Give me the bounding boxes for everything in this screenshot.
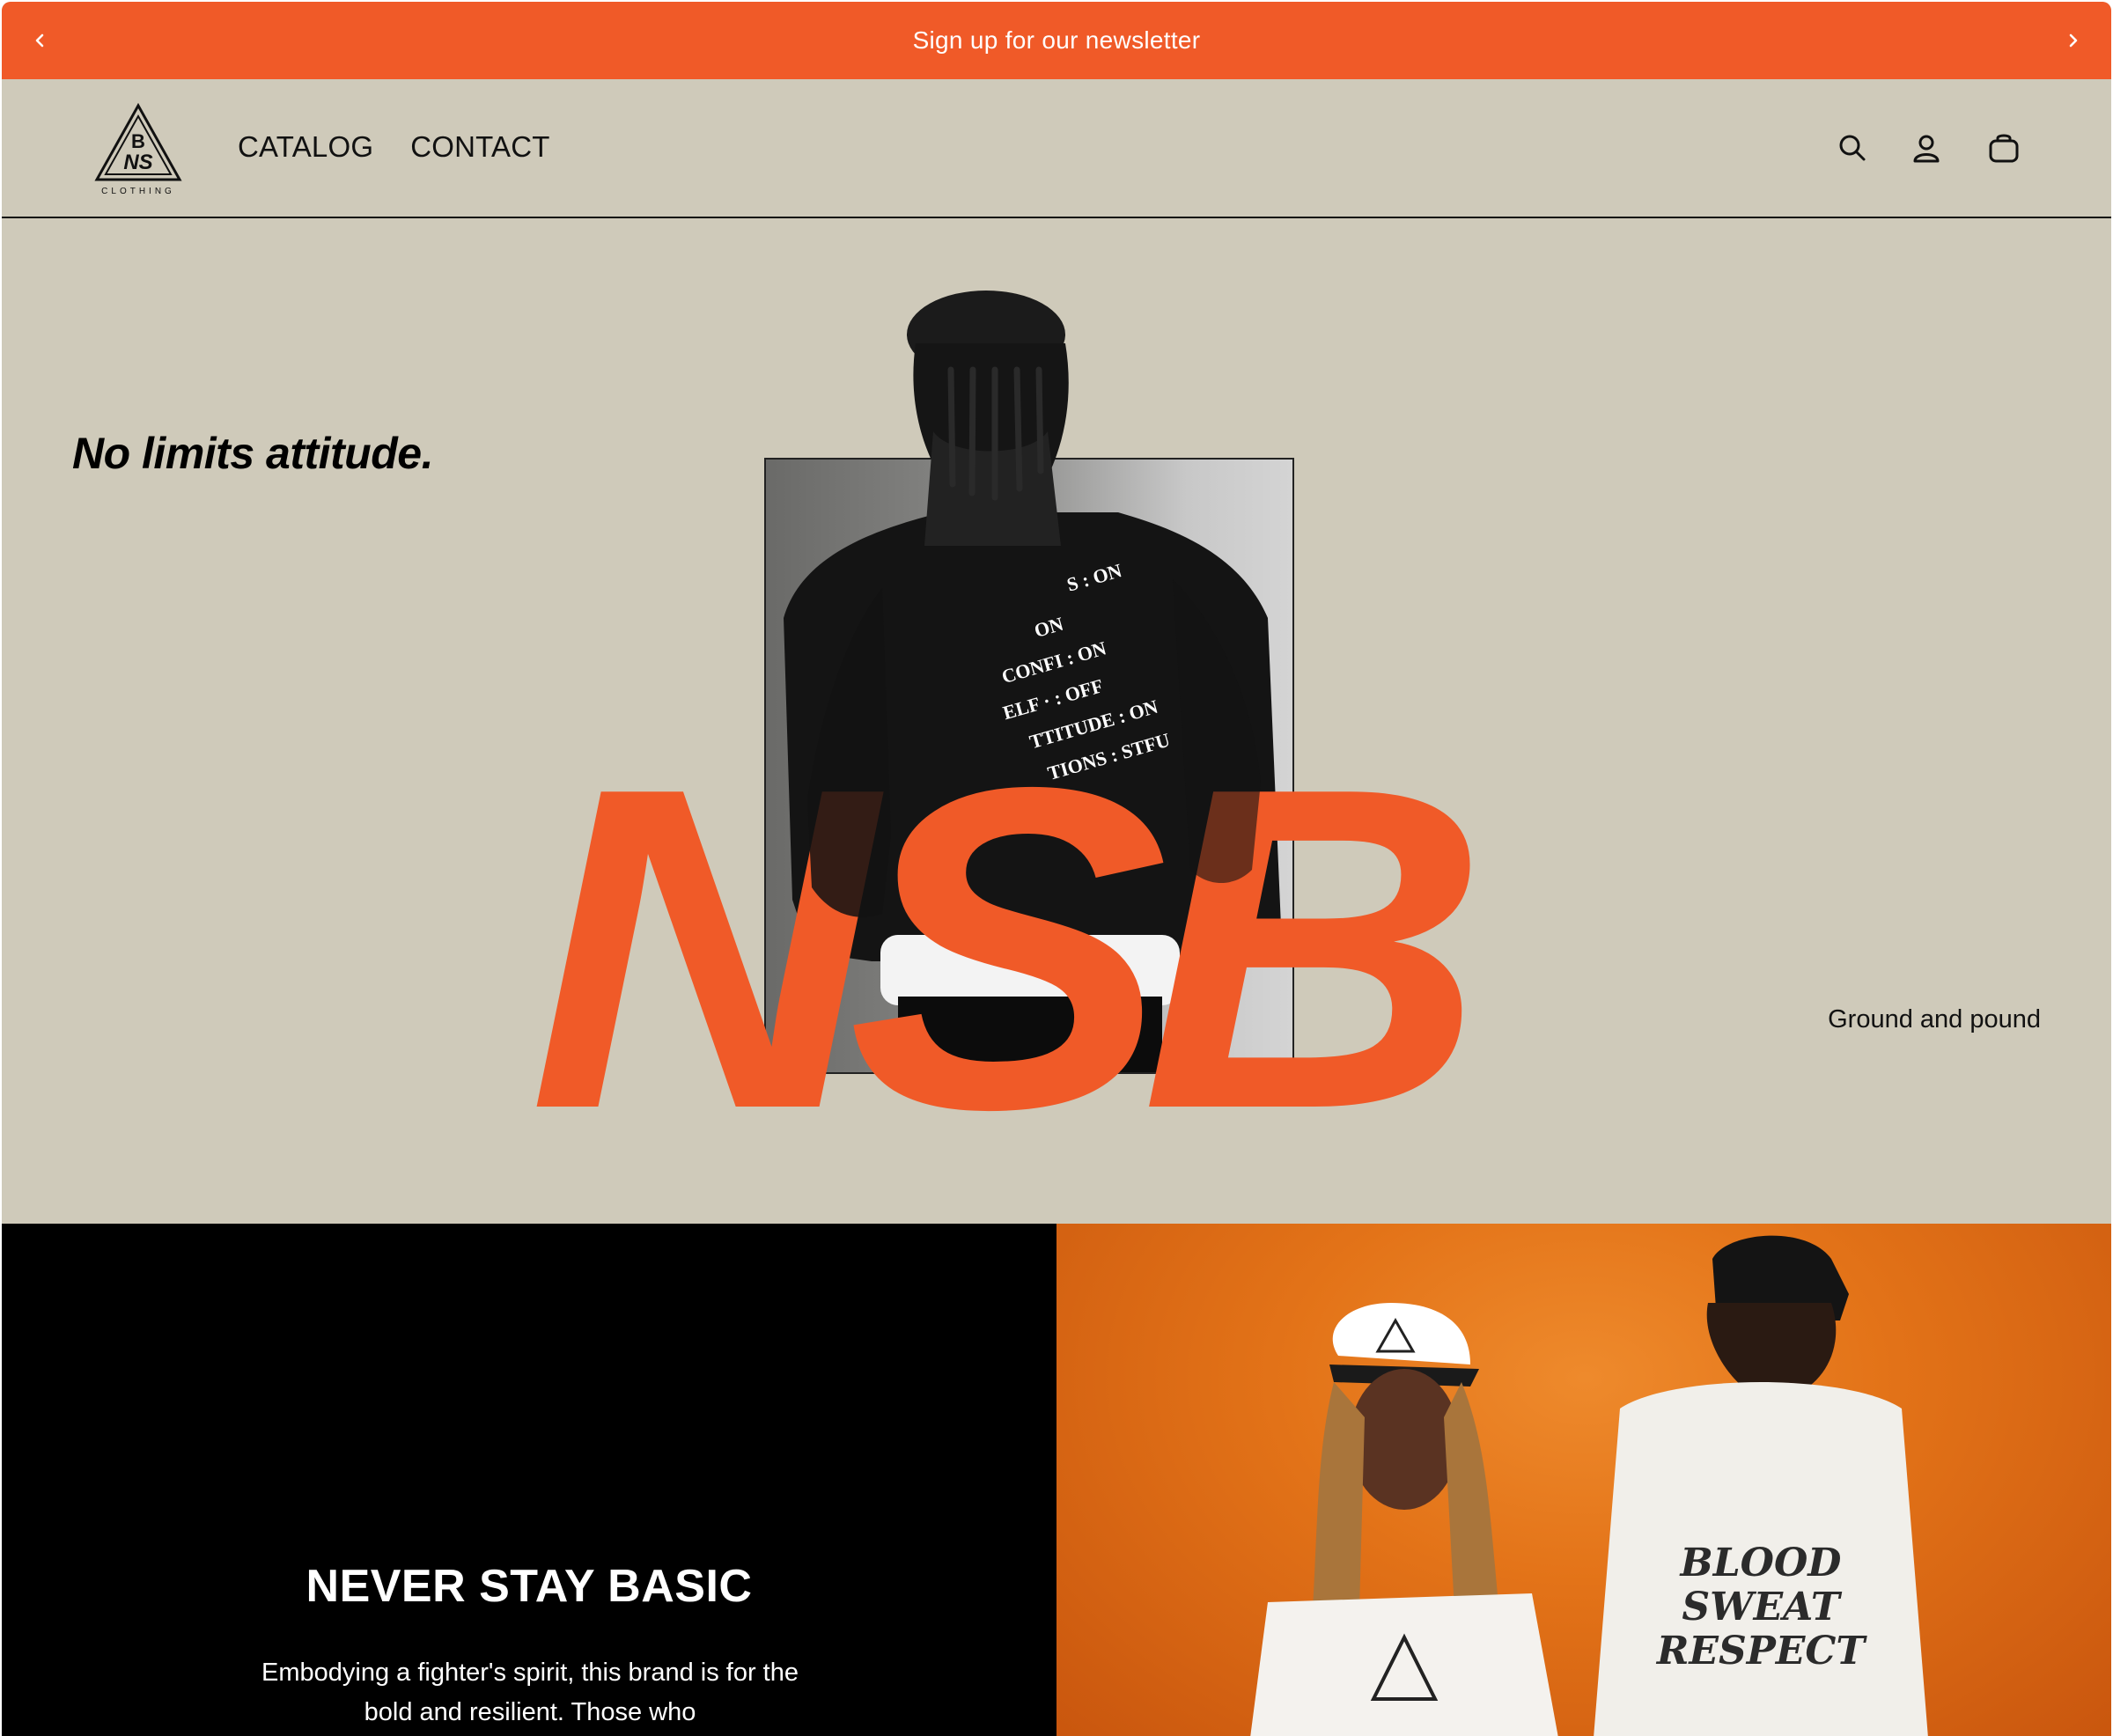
hero-tagline: No limits attitude. [72, 429, 433, 478]
models-image: BLOOD SWEAT RESPECT [1250, 1235, 1928, 1736]
account-button[interactable] [1909, 130, 1944, 166]
brand-logo[interactable]: B NS CLOTHING [90, 102, 187, 199]
feature-section: NEVER STAY BASIC Embodying a fighter's s… [2, 1224, 2111, 1736]
shirt-print: BLOOD SWEAT RESPECT [1655, 1541, 1868, 1673]
feature-body: Embodying a fighter's spirit, this brand… [261, 1659, 799, 1726]
svg-text:NS: NS [123, 151, 152, 174]
main-nav: CATALOG CONTACT [238, 130, 550, 164]
feature-title: NEVER STAY BASIC [306, 1561, 753, 1612]
announcement-link[interactable]: Sign up for our newsletter [913, 26, 1201, 55]
account-icon [1913, 135, 1940, 163]
svg-text:B: B [131, 130, 145, 152]
svg-text:RESPECT: RESPECT [1655, 1629, 1868, 1673]
previous-announcement-button[interactable] [25, 25, 56, 56]
next-announcement-button[interactable] [2057, 25, 2088, 56]
announcement-bar: Sign up for our newsletter [2, 2, 2111, 79]
chevron-right-icon [2069, 33, 2078, 48]
hero-big-text: NSB [528, 693, 1488, 1204]
cart-button[interactable] [1986, 130, 2021, 166]
site-header: B NS CLOTHING CATALOG CONTACT [2, 79, 2111, 218]
chevron-left-icon [35, 33, 44, 48]
hero-caption: Ground and pound [1828, 1005, 2041, 1034]
feature-image: BLOOD SWEAT RESPECT [1056, 1224, 2111, 1736]
cart-icon [1989, 134, 2019, 163]
model-head-image [907, 291, 1069, 546]
nav-catalog-link[interactable]: CATALOG [238, 130, 373, 164]
nav-contact-link[interactable]: CONTACT [410, 130, 549, 164]
brand-logo-mark: B NS CLOTHING [94, 102, 182, 196]
search-button[interactable] [1835, 130, 1870, 166]
page-frame: Sign up for our newsletter B NS CLOTHING… [2, 2, 2111, 1736]
hero-section: No limits attitude. NSB S : ON ON CONFI … [2, 218, 2111, 1224]
svg-text:SWEAT: SWEAT [1682, 1585, 1842, 1629]
svg-text:CLOTHING: CLOTHING [101, 187, 175, 196]
feature-text-panel: NEVER STAY BASIC Embodying a fighter's s… [2, 1224, 1056, 1736]
search-icon [1839, 135, 1866, 161]
svg-text:BLOOD: BLOOD [1679, 1541, 1842, 1585]
